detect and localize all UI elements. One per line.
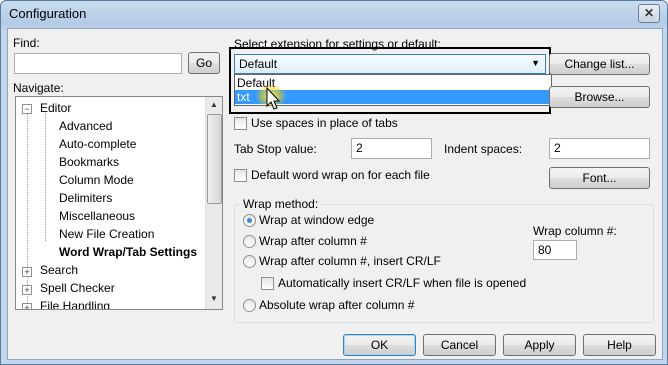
scroll-down-icon[interactable]: ▼	[206, 291, 222, 307]
expand-icon[interactable]: +	[22, 285, 32, 295]
extension-selected: Default	[239, 57, 278, 71]
auto-crlf-checkbox[interactable]	[261, 277, 274, 290]
tab-stop-input[interactable]: 2	[351, 138, 432, 159]
configuration-window: Configuration ✕ Find: Go Navigate: − Edi…	[0, 0, 668, 365]
absolute-wrap-radio[interactable]	[243, 299, 256, 312]
tree-item-editor[interactable]: Editor	[40, 101, 71, 115]
wrap-window-edge-label: Wrap at window edge	[259, 213, 375, 227]
wrap-method-legend: Wrap method:	[241, 197, 321, 211]
find-label: Find:	[13, 36, 40, 50]
use-spaces-label: Use spaces in place of tabs	[251, 116, 398, 130]
tree-connector-line	[45, 113, 46, 241]
expand-icon[interactable]: +	[22, 267, 32, 277]
find-input[interactable]	[14, 53, 182, 74]
window-title: Configuration	[9, 6, 87, 21]
expand-icon[interactable]: +	[22, 303, 32, 309]
navigate-label: Navigate:	[13, 81, 64, 95]
tree-item-column-mode[interactable]: Column Mode	[59, 173, 134, 187]
wrap-after-column-radio[interactable]	[243, 235, 256, 248]
extension-dropdown[interactable]: Default ▼	[234, 54, 546, 74]
close-button[interactable]: ✕	[638, 4, 660, 23]
scroll-thumb[interactable]	[207, 114, 222, 204]
tree-connector-line	[27, 113, 28, 309]
change-list-button[interactable]: Change list...	[549, 53, 650, 75]
navigation-tree[interactable]: − Editor Advanced Auto-complete Bookmark…	[15, 96, 223, 310]
indent-spaces-input[interactable]: 2	[549, 138, 650, 159]
indent-spaces-label: Indent spaces:	[444, 142, 523, 156]
help-button[interactable]: Help	[583, 334, 656, 356]
tree-item-search[interactable]: Search	[40, 263, 78, 277]
apply-button[interactable]: Apply	[503, 334, 576, 356]
browse-button[interactable]: Browse...	[549, 86, 650, 108]
wrap-insert-crlf-label: Wrap after column #, insert CR/LF	[259, 254, 441, 268]
dropdown-option-label: txt	[237, 90, 250, 104]
dropdown-arrow-icon[interactable]: ▼	[531, 58, 540, 68]
default-wrap-checkbox[interactable]	[234, 169, 247, 182]
default-wrap-label: Default word wrap on for each file	[251, 168, 430, 182]
tab-stop-label: Tab Stop value:	[234, 142, 317, 156]
tree-item-auto-complete[interactable]: Auto-complete	[59, 137, 136, 151]
collapse-icon[interactable]: −	[22, 104, 32, 114]
absolute-wrap-label: Absolute wrap after column #	[259, 298, 415, 312]
ok-button[interactable]: OK	[343, 334, 416, 356]
font-button[interactable]: Font...	[549, 167, 650, 189]
tree-item-delimiters[interactable]: Delimiters	[59, 191, 112, 205]
wrap-window-edge-radio[interactable]	[243, 214, 256, 227]
scroll-up-icon[interactable]: ▲	[206, 97, 222, 113]
close-icon: ✕	[643, 6, 655, 20]
title-bar[interactable]: Configuration ✕	[1, 1, 667, 27]
tree-scrollbar[interactable]: ▲ ▼	[205, 97, 222, 309]
auto-crlf-label: Automatically insert CR/LF when file is …	[278, 276, 527, 290]
tree-item-file-handling[interactable]: File Handling	[40, 299, 110, 309]
wrap-insert-crlf-radio[interactable]	[243, 255, 256, 268]
arrow-pointer-icon	[266, 87, 281, 110]
cancel-button[interactable]: Cancel	[423, 334, 496, 356]
tree-item-bookmarks[interactable]: Bookmarks	[59, 155, 119, 169]
wrap-column-input[interactable]: 80	[533, 240, 577, 260]
go-button[interactable]: Go	[188, 52, 220, 74]
tree-item-spell-checker[interactable]: Spell Checker	[40, 281, 115, 295]
tree-item-miscellaneous[interactable]: Miscellaneous	[59, 209, 135, 223]
use-spaces-checkbox[interactable]	[234, 117, 247, 130]
tree-item-new-file-creation[interactable]: New File Creation	[59, 227, 154, 241]
wrap-column-label: Wrap column #:	[533, 224, 617, 238]
wrap-after-column-label: Wrap after column #	[259, 234, 367, 248]
dialog-client-area: Find: Go Navigate: − Editor Advanced Aut…	[7, 28, 663, 360]
tree-item-word-wrap-tab-settings[interactable]: Word Wrap/Tab Settings	[59, 245, 197, 259]
tree-item-advanced[interactable]: Advanced	[59, 119, 112, 133]
